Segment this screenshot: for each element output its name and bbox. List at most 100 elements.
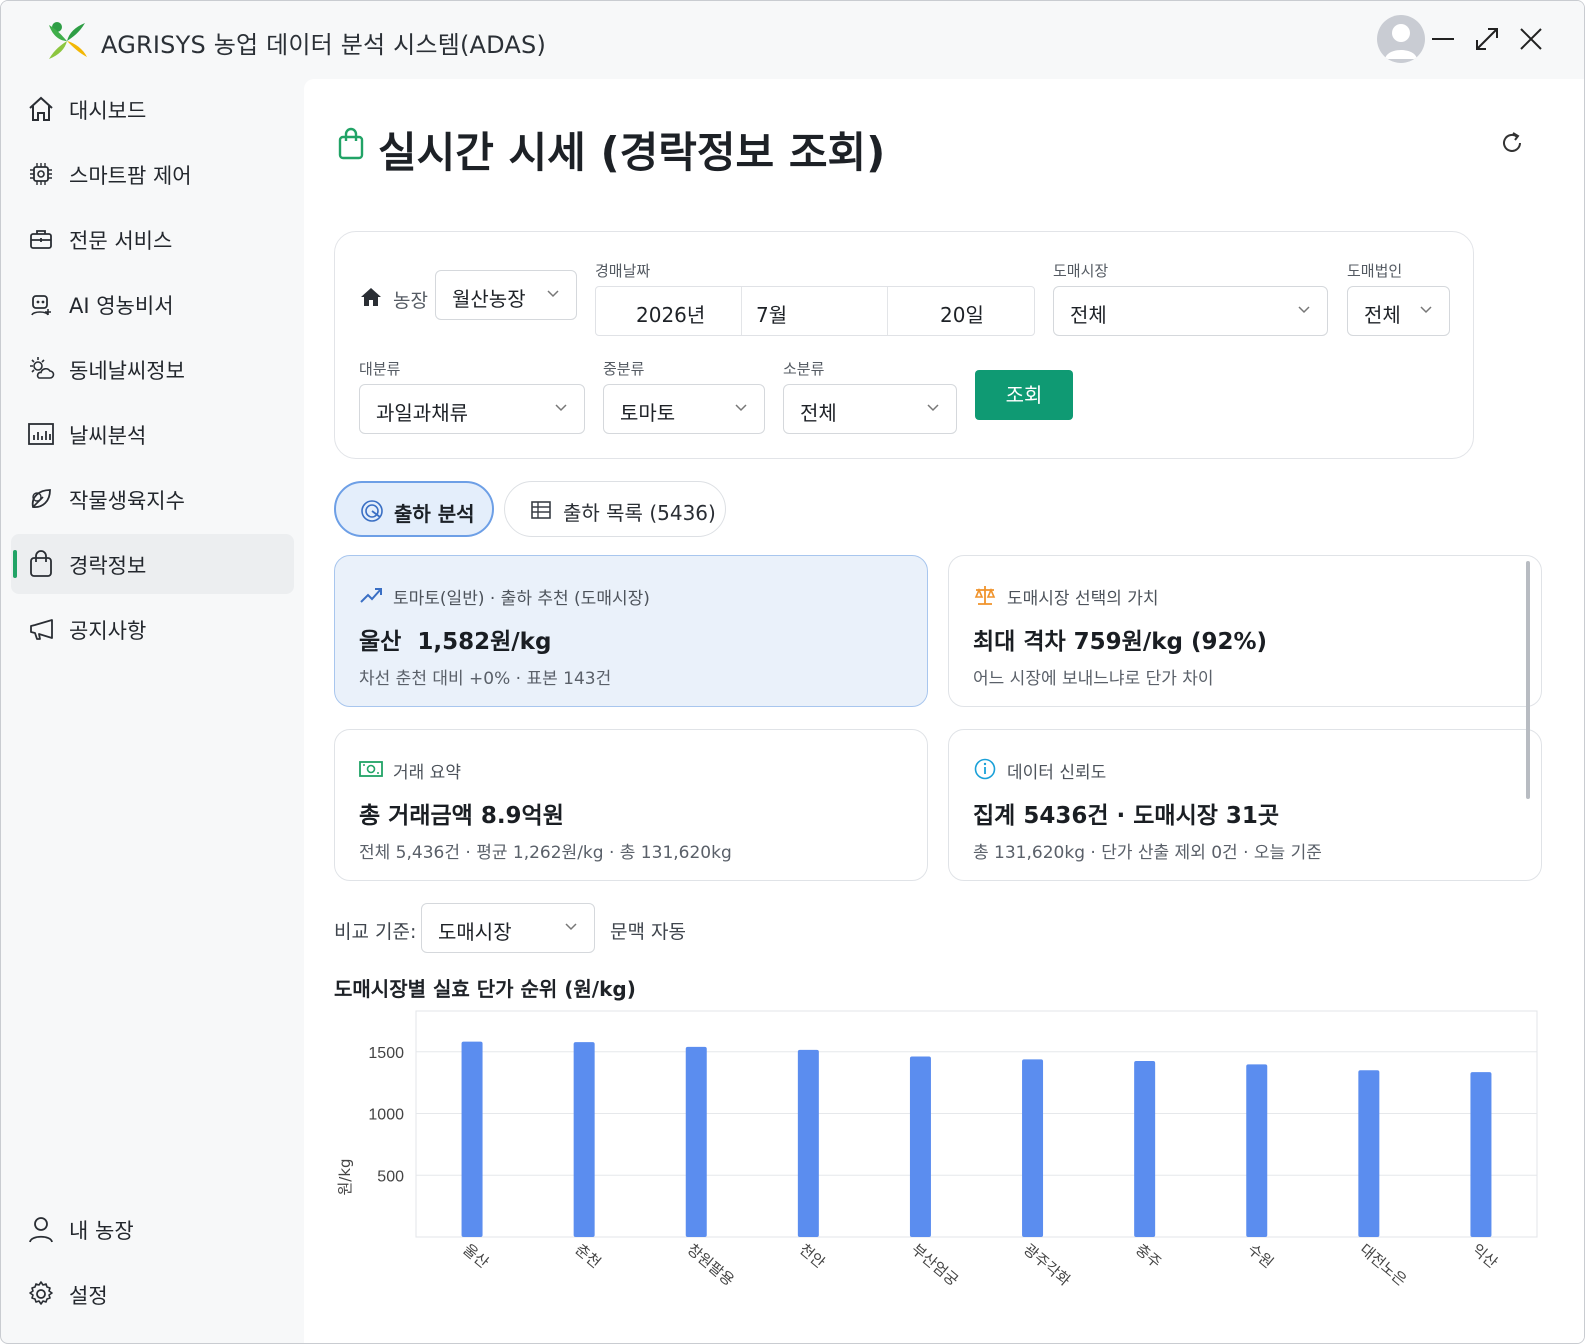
sidebar-item-label: 전문 서비스 — [69, 229, 173, 253]
sidebar-item-ai[interactable]: AI 영농비서 — [11, 274, 294, 334]
app-window: AGRISYS 농업 데이터 분석 시스템(ADAS) 대시보드 스마트팜 제어… — [0, 0, 1585, 1344]
chart-bar — [1358, 1070, 1380, 1237]
price-ranking-bar-chart: 500 1000 1500 원/kg 울산 춘천 창원팔용 천안 부산엄궁 광주각화 충주 수원 대전노… — [336, 1010, 1538, 1290]
tab-shipment-list[interactable]: 출하 목록 (5436) — [504, 481, 726, 537]
minimize-icon[interactable] — [1427, 23, 1459, 55]
sidebar-item-label: 대시보드 — [69, 99, 147, 123]
tab-label: 출하 분석 — [394, 502, 475, 526]
tab-label: 출하 목록 (5436) — [563, 501, 716, 525]
middle-select-value: 토마토 — [620, 401, 676, 425]
title-bar: AGRISYS 농업 데이터 분석 시스템(ADAS) — [1, 1, 1584, 79]
shopping-bag-icon — [338, 127, 364, 160]
query-button[interactable]: 조회 — [975, 370, 1073, 420]
data-reliability-card: 데이터 신뢰도 집계 5436건 · 도매시장 31곳 총 131,620kg … — [948, 729, 1542, 881]
month-value: 7월 — [756, 303, 788, 327]
market-label: 도매시장 — [1053, 262, 1109, 280]
market-value-card: 도매시장 선택의 가치 최대 격차 759원/kg (92%) 어느 시장에 보… — [948, 555, 1542, 707]
date-label: 경매날짜 — [595, 262, 651, 280]
user-silhouette-icon — [1385, 24, 1417, 59]
corp-select-value: 전체 — [1364, 303, 1401, 327]
card-subtext: 차선 춘천 대비 +0% · 표본 143건 — [359, 669, 612, 689]
chart-y-tick-label: 1500 — [368, 1045, 404, 1062]
month-field[interactable]: 7월 — [742, 287, 888, 335]
sidebar-item-weather[interactable]: 동네날씨정보 — [11, 339, 294, 399]
sidebar-item-label: 작물생육지수 — [69, 489, 185, 513]
date-picker[interactable]: 2026년 7월 20일 — [595, 286, 1035, 336]
chart-x-tick-label: 충주 — [1132, 1240, 1165, 1272]
leaf-icon — [31, 489, 51, 508]
sidebar-item-label: 스마트팜 제어 — [69, 164, 192, 188]
chart-title: 도매시장별 실효 단가 순위 (원/kg) — [334, 977, 636, 1001]
chart-x-tick-label: 창원팔용 — [684, 1240, 738, 1289]
briefcase-icon — [30, 230, 52, 249]
sidebar-item-auction[interactable]: 경락정보 — [11, 534, 294, 594]
sidebar-item-label: 공지사항 — [69, 619, 147, 643]
farm-select[interactable]: 월산농장 — [435, 270, 577, 320]
chevron-down-icon — [547, 290, 559, 298]
sidebar: 대시보드 스마트팜 제어 전문 서비스 AI 영농비서 동네날씨정보 날씨분석 … — [1, 79, 305, 1343]
home-icon — [361, 288, 381, 306]
sidebar-item-label: AI 영농비서 — [69, 294, 174, 318]
chart-bar — [1470, 1072, 1492, 1237]
sidebar-item-label: 경락정보 — [69, 554, 147, 578]
chart-x-tick-label: 익산 — [1468, 1240, 1501, 1272]
sidebar-item-label: 내 농장 — [69, 1219, 134, 1243]
sidebar-item-expert[interactable]: 전문 서비스 — [11, 209, 294, 269]
middle-label: 중분류 — [603, 360, 645, 378]
sidebar-item-label: 동네날씨정보 — [69, 359, 185, 383]
chart-x-tick-label: 춘천 — [572, 1240, 605, 1272]
year-value: 2026년 — [636, 303, 706, 327]
farm-select-value: 월산농장 — [452, 287, 526, 311]
market-select[interactable]: 전체 — [1053, 286, 1328, 336]
sidebar-item-growth[interactable]: 작물생육지수 — [11, 469, 294, 529]
card-main-value: 총 거래금액 8.9억원 — [359, 803, 564, 829]
scrollbar[interactable] — [1526, 561, 1530, 799]
chevron-down-icon — [565, 923, 577, 931]
tab-shipment-analysis[interactable]: 출하 분석 — [334, 481, 494, 537]
refresh-icon[interactable] — [1496, 127, 1528, 159]
bar-chart-icon — [28, 423, 54, 445]
chevron-down-icon — [555, 404, 567, 412]
chip-icon — [30, 163, 52, 185]
user-icon — [29, 1217, 53, 1243]
sidebar-item-weather-analysis[interactable]: 날씨분석 — [11, 404, 294, 464]
minor-category-select[interactable]: 전체 — [783, 384, 957, 434]
filter-panel: 농장 월산농장 경매날짜 2026년 7월 20일 도매시장 전체 도매법인 전… — [334, 231, 1474, 459]
sidebar-item-dashboard[interactable]: 대시보드 — [11, 79, 294, 139]
card-title: 토마토(일반) · 출하 추천 (도매시장) — [393, 589, 650, 609]
chart-bar — [685, 1046, 707, 1237]
sidebar-item-smartfarm[interactable]: 스마트팜 제어 — [11, 144, 294, 204]
chart-bar — [909, 1056, 931, 1237]
card-title: 데이터 신뢰도 — [1007, 763, 1107, 783]
day-field[interactable]: 20일 — [888, 287, 1034, 335]
compare-label: 비교 기준: — [334, 921, 417, 943]
card-subtext: 전체 5,436건 · 평균 1,262원/kg · 총 131,620kg — [359, 843, 732, 863]
chart-x-tick-label: 수원 — [1244, 1240, 1277, 1272]
middle-category-select[interactable]: 토마토 — [603, 384, 765, 434]
major-category-select[interactable]: 과일과채류 — [359, 384, 585, 434]
shopping-bag-icon — [30, 550, 52, 577]
compare-basis-select[interactable]: 도매시장 — [421, 903, 595, 953]
user-avatar[interactable] — [1377, 15, 1425, 63]
chart-x-tick-label: 천안 — [796, 1240, 829, 1272]
sidebar-item-my-farm[interactable]: 내 농장 — [11, 1199, 294, 1259]
card-subtext: 어느 시장에 보내느냐로 단가 차이 — [973, 669, 1214, 689]
gear-icon — [29, 1281, 53, 1305]
sidebar-item-settings[interactable]: 설정 — [11, 1264, 294, 1324]
year-field[interactable]: 2026년 — [596, 287, 742, 335]
minor-label: 소분류 — [783, 360, 825, 378]
chart-x-tick-label: 대전노은 — [1356, 1240, 1410, 1289]
chart-y-axis-label: 원/kg — [336, 1158, 354, 1195]
sidebar-item-notice[interactable]: 공지사항 — [11, 599, 294, 659]
corp-select[interactable]: 전체 — [1347, 286, 1450, 336]
sidebar-item-label: 날씨분석 — [69, 424, 147, 448]
close-icon[interactable] — [1515, 23, 1547, 55]
day-value: 20일 — [940, 303, 984, 327]
page-title: 실시간 시세 (경락정보 조회) — [378, 128, 886, 177]
card-main-value: 집계 5436건 · 도매시장 31곳 — [973, 803, 1280, 829]
radar-icon — [361, 500, 383, 522]
maximize-icon[interactable] — [1471, 23, 1503, 55]
chart-bar — [1134, 1061, 1156, 1237]
chart-bar — [797, 1049, 819, 1237]
compare-note: 문맥 자동 — [610, 921, 686, 943]
